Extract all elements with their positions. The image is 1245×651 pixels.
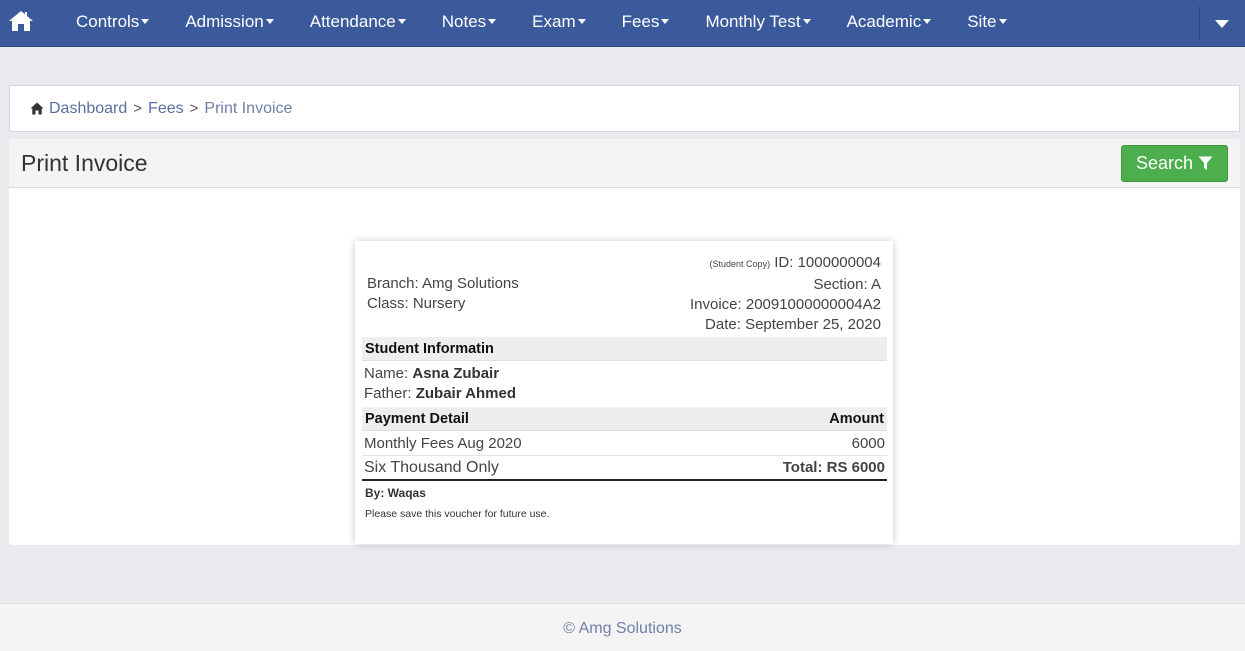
- payment-section: Payment Detail Amount Monthly Fees Aug 2…: [362, 407, 887, 481]
- nav-item-exam[interactable]: Exam: [514, 0, 603, 46]
- caret-down-icon: [488, 19, 497, 25]
- caret-down-icon: [397, 19, 406, 25]
- caret-down-icon: [141, 19, 150, 25]
- student-info-section: Student Informatin Name: Asna Zubair Fat…: [362, 337, 887, 404]
- student-name-row: Name: Asna Zubair: [364, 364, 885, 384]
- caret-down-icon: [923, 19, 932, 25]
- voucher-note: Please save this voucher for future use.: [365, 508, 550, 520]
- class-text: Class: Nursery: [367, 295, 466, 312]
- nav-item-label: Site: [967, 12, 997, 31]
- nav-item-label: Academic: [846, 12, 922, 31]
- search-button[interactable]: Search: [1121, 145, 1228, 182]
- payment-description: Monthly Fees Aug 2020: [364, 434, 522, 452]
- caret-down-icon: [661, 19, 670, 25]
- breadcrumb-fees[interactable]: Fees: [148, 100, 184, 118]
- chevron-down-icon: [1215, 20, 1229, 28]
- home-icon[interactable]: [8, 10, 34, 34]
- nav-item-academic[interactable]: Academic: [829, 0, 950, 46]
- nav-dropdown-toggle[interactable]: [1212, 18, 1232, 30]
- invoice-left-info: Branch: Amg Solutions Class: Nursery: [367, 274, 519, 314]
- top-navbar: Controls Admission Attendance Notes Exam Fees…: [0, 0, 1245, 47]
- branch-text: Branch: Amg Solutions: [367, 275, 519, 292]
- caret-down-icon: [998, 19, 1007, 25]
- nav-item-fees[interactable]: Fees: [604, 0, 688, 46]
- nav-item-label: Admission: [185, 12, 264, 31]
- nav-divider: [1199, 6, 1200, 40]
- footer-copyright: © Amg Solutions: [563, 620, 682, 637]
- payment-row: Monthly Fees Aug 2020 6000: [362, 431, 887, 456]
- breadcrumb-current: Print Invoice: [204, 99, 293, 117]
- nav-item-monthly-test[interactable]: Monthly Test: [687, 0, 828, 46]
- breadcrumb-dashboard[interactable]: Dashboard: [49, 100, 127, 118]
- breadcrumb-separator: >: [133, 100, 143, 117]
- amount-in-words: Six Thousand Only: [364, 458, 499, 476]
- panel-header: Print Invoice Search: [9, 139, 1240, 188]
- filter-icon: [1198, 156, 1213, 170]
- amount-title: Amount: [829, 410, 884, 427]
- student-info-heading: Student Informatin: [362, 337, 887, 361]
- invoice-voucher: (Student Copy) ID: 1000000004 Branch: Am…: [355, 241, 893, 544]
- home-icon: [30, 102, 44, 115]
- breadcrumb: Dashboard > Fees > Print Invoice: [9, 85, 1240, 132]
- nav-item-label: Exam: [532, 12, 576, 31]
- section-text: Section: A: [813, 276, 881, 293]
- issued-by: By: Waqas: [365, 486, 426, 500]
- nav-menu: Controls Admission Attendance Notes Exam Fees…: [58, 0, 1025, 46]
- father-name: Zubair Ahmed: [415, 385, 516, 402]
- payment-heading: Payment Detail Amount: [362, 407, 887, 431]
- nav-item-site[interactable]: Site: [949, 0, 1024, 46]
- father-name-row: Father: Zubair Ahmed: [364, 384, 885, 404]
- payment-detail-title: Payment Detail: [365, 410, 469, 427]
- search-button-label: Search: [1135, 153, 1194, 173]
- footer: © Amg Solutions: [0, 603, 1245, 651]
- copy-label: (Student Copy): [709, 259, 771, 269]
- invoice-id-line: (Student Copy) ID: 1000000004: [710, 254, 881, 271]
- caret-down-icon: [802, 19, 811, 25]
- breadcrumb-separator: >: [189, 100, 199, 117]
- student-id: ID: 1000000004: [774, 254, 881, 271]
- father-label: Father:: [364, 385, 412, 402]
- student-name: Asna Zubair: [412, 365, 500, 382]
- payment-amount: 6000: [851, 434, 885, 452]
- nav-item-label: Monthly Test: [705, 12, 801, 31]
- caret-down-icon: [577, 19, 586, 25]
- invoice-panel: Print Invoice Search (Student Copy) ID: …: [9, 139, 1240, 545]
- nav-item-controls[interactable]: Controls: [58, 0, 167, 46]
- invoice-date: Date: September 25, 2020: [705, 316, 881, 333]
- name-label: Name:: [364, 365, 409, 382]
- page-title: Print Invoice: [21, 150, 148, 176]
- student-info-title: Student Informatin: [365, 340, 494, 357]
- total-row: Six Thousand Only Total: RS 6000: [362, 456, 887, 481]
- invoice-right-info: Section: A Invoice: 20091000000004A2 Dat…: [690, 275, 881, 335]
- total-amount: Total: RS 6000: [782, 459, 885, 476]
- nav-item-label: Attendance: [309, 12, 396, 31]
- nav-item-label: Notes: [441, 12, 487, 31]
- nav-item-label: Controls: [76, 12, 140, 31]
- nav-item-label: Fees: [621, 12, 660, 31]
- caret-down-icon: [265, 19, 274, 25]
- nav-item-attendance[interactable]: Attendance: [292, 0, 424, 46]
- nav-item-notes[interactable]: Notes: [424, 0, 514, 46]
- invoice-number: Invoice: 20091000000004A2: [689, 296, 881, 313]
- nav-item-admission[interactable]: Admission: [167, 0, 291, 46]
